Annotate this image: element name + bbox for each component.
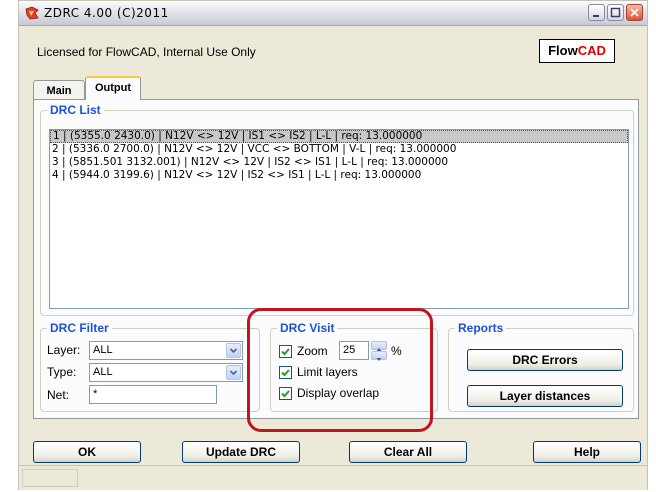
minimize-icon[interactable] <box>588 4 605 21</box>
type-select[interactable]: ALL <box>89 363 243 382</box>
title-bar[interactable]: ZDRC 4.00 (C)2011 <box>19 1 647 26</box>
zoom-spinner[interactable] <box>371 341 387 361</box>
limit-layers-label[interactable]: Limit layers <box>297 365 358 379</box>
layer-value: ALL <box>93 344 113 356</box>
chevron-down-icon[interactable] <box>226 343 241 358</box>
display-overlap-label[interactable]: Display overlap <box>297 386 379 400</box>
app-window: ZDRC 4.00 (C)2011 Licensed for FlowCAD, … <box>18 0 648 490</box>
help-button[interactable]: Help <box>533 441 641 463</box>
zoom-value: 25 <box>343 344 356 356</box>
drc-visit-title: DRC Visit <box>277 321 338 335</box>
brand-part2: CAD <box>577 43 606 58</box>
brand-part1: Flow <box>548 43 578 58</box>
reports-group: Reports DRC Errors Layer distances <box>448 321 634 412</box>
close-icon[interactable] <box>626 4 643 21</box>
layer-label: Layer: <box>47 343 81 357</box>
drc-filter-title: DRC Filter <box>47 321 112 335</box>
drc-list-group: DRC List 1 | (5355.0 2430.0) | N12V <> 1… <box>40 103 634 316</box>
clear-all-button[interactable]: Clear All <box>349 441 467 463</box>
drc-list-title: DRC List <box>47 103 104 117</box>
drc-visit-group: DRC Visit Zoom 25 % Limit layers Display… <box>270 321 438 412</box>
list-item[interactable]: 4 | (5944.0 3199.6) | N12V <> 12V | IS2 … <box>50 169 628 182</box>
output-tab-panel: DRC List 1 | (5355.0 2430.0) | N12V <> 1… <box>33 99 639 419</box>
layer-distances-button[interactable]: Layer distances <box>467 385 623 407</box>
maximize-icon[interactable] <box>607 4 624 21</box>
reports-title: Reports <box>455 321 507 335</box>
spin-up-icon[interactable] <box>371 341 387 351</box>
zdrc-app-icon <box>25 6 39 20</box>
zoom-label[interactable]: Zoom <box>297 344 328 358</box>
status-cell <box>22 469 78 487</box>
display-overlap-checkbox[interactable] <box>279 387 292 400</box>
drc-list-box[interactable]: 1 | (5355.0 2430.0) | N12V <> 12V | IS1 … <box>49 129 629 309</box>
chevron-down-icon[interactable] <box>226 365 241 380</box>
update-drc-button[interactable]: Update DRC <box>182 441 300 463</box>
limit-layers-checkbox[interactable] <box>279 366 292 379</box>
net-label: Net: <box>47 388 70 402</box>
flowcad-logo: FlowCAD <box>539 39 615 63</box>
tab-main[interactable]: Main <box>33 80 85 99</box>
zoom-unit: % <box>391 344 402 358</box>
license-text: Licensed for FlowCAD, Internal Use Only <box>37 45 256 59</box>
tab-output[interactable]: Output <box>85 76 141 100</box>
net-value: * <box>93 388 98 400</box>
window-title: ZDRC 4.00 (C)2011 <box>44 6 169 20</box>
zoom-checkbox[interactable] <box>279 345 292 358</box>
type-value: ALL <box>93 366 113 378</box>
layer-select[interactable]: ALL <box>89 341 243 360</box>
drc-errors-button[interactable]: DRC Errors <box>467 349 623 371</box>
ok-button[interactable]: OK <box>33 441 141 463</box>
type-label: Type: <box>47 365 77 379</box>
list-item[interactable]: 1 | (5355.0 2430.0) | N12V <> 12V | IS1 … <box>50 130 628 143</box>
list-item[interactable]: 2 | (5336.0 2700.0) | N12V <> 12V | VCC … <box>50 143 628 156</box>
list-item[interactable]: 3 | (5851.501 3132.001) | N12V <> 12V | … <box>50 156 628 169</box>
zoom-input[interactable]: 25 <box>339 341 369 360</box>
drc-filter-group: DRC Filter Layer: ALL Type: ALL Net: * <box>40 321 260 412</box>
spin-down-icon[interactable] <box>371 351 387 361</box>
status-bar <box>19 465 647 490</box>
net-input[interactable]: * <box>89 385 217 404</box>
